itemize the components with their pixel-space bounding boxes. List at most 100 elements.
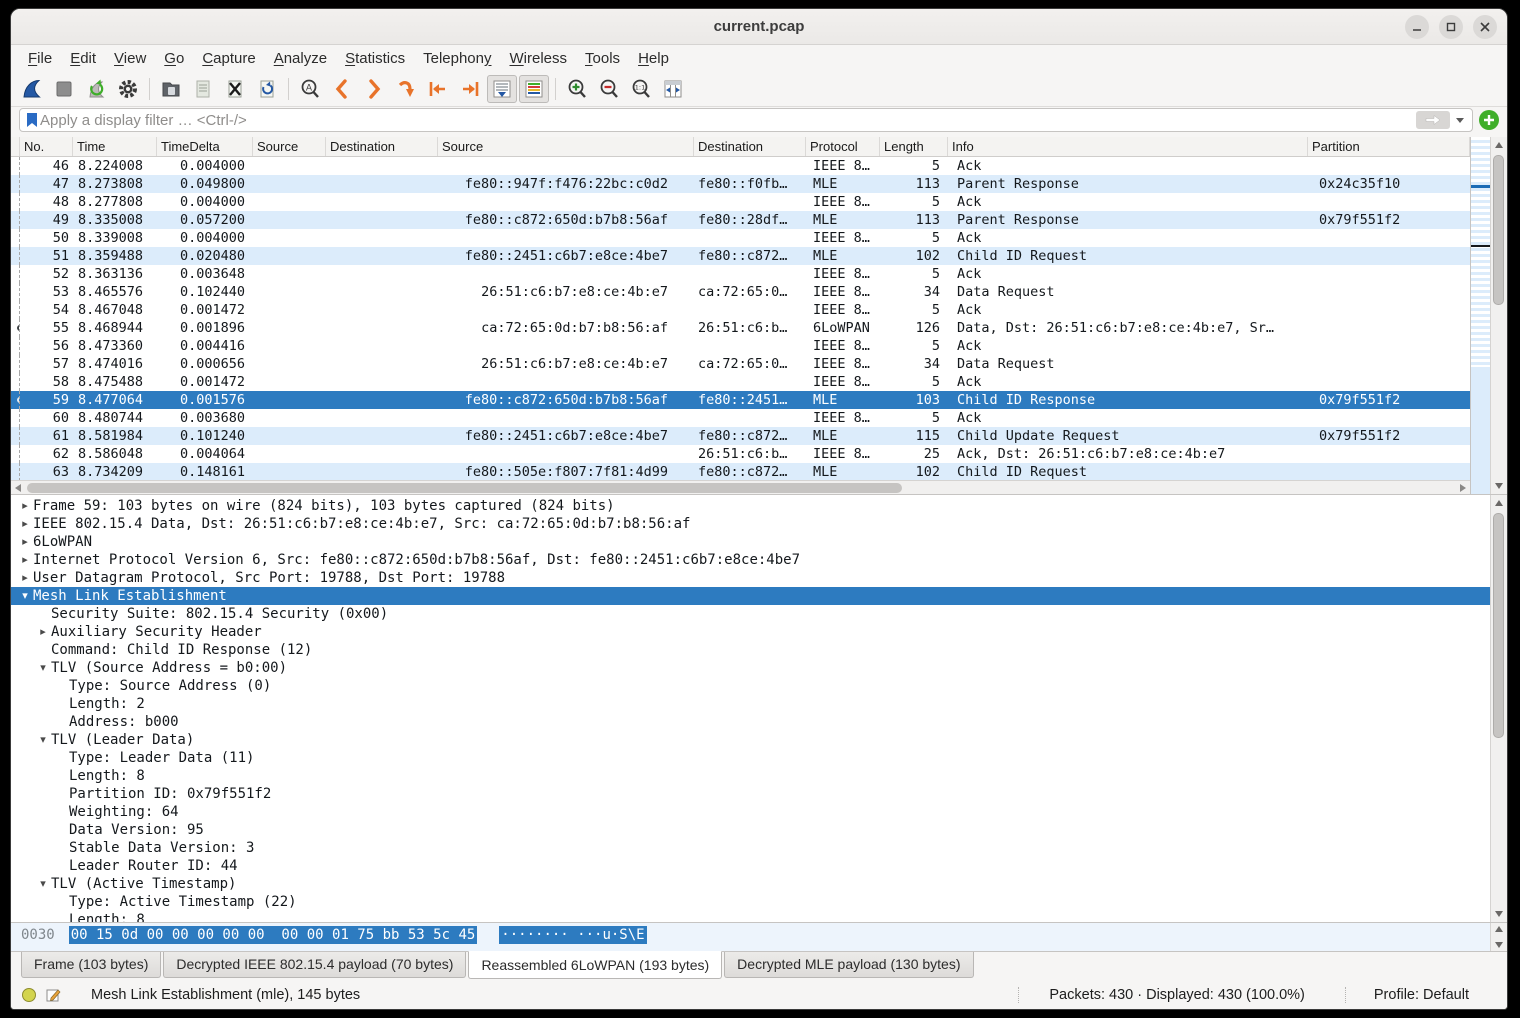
expander-icon[interactable]: ▸ — [17, 533, 33, 551]
save-file-button[interactable] — [188, 75, 218, 103]
menu-item[interactable]: Help — [629, 47, 678, 70]
hex-row[interactable]: 003000 15 0d 00 00 00 00 00 00 00 01 75 … — [11, 923, 1490, 951]
reload-file-button[interactable] — [252, 75, 282, 103]
expander-icon[interactable] — [53, 713, 69, 731]
column-header[interactable]: Partition — [1308, 137, 1470, 156]
byte-source-tab[interactable]: Decrypted MLE payload (130 bytes) — [724, 952, 973, 978]
capture-comment-icon[interactable] — [45, 987, 61, 1003]
column-header[interactable]: Destination — [694, 137, 806, 156]
colorize-button[interactable] — [519, 75, 549, 103]
packet-row[interactable]: 50 8.339008 0.004000 IEEE 8… 5 Ack — [11, 229, 1470, 247]
details-vscrollbar[interactable] — [1490, 495, 1507, 922]
close-button[interactable] — [1473, 15, 1497, 39]
detail-row[interactable]: Data Version: 95 — [11, 821, 1490, 839]
zoom-out-button[interactable] — [594, 75, 624, 103]
detail-row[interactable]: Weighting: 64 — [11, 803, 1490, 821]
menu-item[interactable]: View — [105, 47, 155, 70]
expander-icon[interactable]: ▾ — [35, 875, 51, 893]
expander-icon[interactable] — [53, 695, 69, 713]
menu-item[interactable]: File — [19, 47, 61, 70]
expander-icon[interactable] — [53, 839, 69, 857]
packet-list-hscrollbar[interactable] — [11, 480, 1470, 494]
packet-row[interactable]: 62 8.586048 0.004064 26:51:c6:b… IEEE 8…… — [11, 445, 1470, 463]
hex-bytes[interactable]: 00 15 0d 00 00 00 00 00 00 00 01 75 bb 5… — [69, 926, 478, 944]
open-file-button[interactable] — [156, 75, 186, 103]
display-filter-field[interactable] — [19, 108, 1473, 132]
expander-icon[interactable]: ▾ — [35, 659, 51, 677]
detail-row[interactable]: Leader Router ID: 44 — [11, 857, 1490, 875]
restart-capture-button[interactable] — [81, 75, 111, 103]
packet-row[interactable]: 55 8.468944 0.001896 ca:72:65:0d:b7:b8:5… — [11, 319, 1470, 337]
stop-capture-button[interactable] — [49, 75, 79, 103]
packet-row[interactable]: 63 8.734209 0.148161 fe80::505e:f807:7f8… — [11, 463, 1470, 480]
packet-row[interactable]: 51 8.359488 0.020480 fe80::2451:c6b7:e8c… — [11, 247, 1470, 265]
zoom-normal-button[interactable]: 1:1 — [626, 75, 656, 103]
column-header[interactable]: Info — [948, 137, 1308, 156]
column-header[interactable]: Length — [880, 137, 948, 156]
packet-row[interactable]: 58 8.475488 0.001472 IEEE 8… 5 Ack — [11, 373, 1470, 391]
expander-icon[interactable] — [53, 857, 69, 875]
detail-row[interactable]: ▾ Mesh Link Establishment — [11, 587, 1490, 605]
resize-columns-button[interactable] — [658, 75, 688, 103]
column-header[interactable]: Source — [438, 137, 694, 156]
menu-item[interactable]: Go — [155, 47, 193, 70]
status-profile[interactable]: Profile: Default — [1345, 987, 1499, 1003]
column-header[interactable]: TimeDelta — [157, 137, 253, 156]
expander-icon[interactable]: ▸ — [17, 497, 33, 515]
expander-icon[interactable] — [53, 911, 69, 922]
hex-ascii[interactable]: ········ ···u·S\E — [499, 926, 646, 944]
packet-row[interactable]: 53 8.465576 0.102440 26:51:c6:b7:e8:ce:4… — [11, 283, 1470, 301]
expert-info-icon[interactable] — [21, 987, 37, 1003]
go-back-button[interactable] — [327, 75, 357, 103]
scroll-up-arrow-icon[interactable] — [1495, 142, 1503, 148]
scroll-up-arrow-icon[interactable] — [1495, 500, 1503, 506]
packet-row[interactable]: 52 8.363136 0.003648 IEEE 8… 5 Ack — [11, 265, 1470, 283]
expander-icon[interactable] — [53, 803, 69, 821]
detail-row[interactable]: ▸ Internet Protocol Version 6, Src: fe80… — [11, 551, 1490, 569]
detail-row[interactable]: Security Suite: 802.15.4 Security (0x00) — [11, 605, 1490, 623]
packet-row[interactable]: 48 8.277808 0.004000 IEEE 8… 5 Ack — [11, 193, 1470, 211]
expander-icon[interactable]: ▸ — [35, 623, 51, 641]
auto-scroll-button[interactable] — [487, 75, 517, 103]
packet-row[interactable]: 47 8.273808 0.049800 fe80::947f:f476:22b… — [11, 175, 1470, 193]
capture-options-button[interactable] — [113, 75, 143, 103]
go-forward-button[interactable] — [359, 75, 389, 103]
zoom-in-button[interactable] — [562, 75, 592, 103]
close-file-button[interactable] — [220, 75, 250, 103]
packet-row[interactable]: 49 8.335008 0.057200 fe80::c872:650d:b7b… — [11, 211, 1470, 229]
menu-item[interactable]: Edit — [61, 47, 105, 70]
column-header[interactable]: Source — [253, 137, 326, 156]
detail-row[interactable]: Stable Data Version: 3 — [11, 839, 1490, 857]
packet-row[interactable]: 60 8.480744 0.003680 IEEE 8… 5 Ack — [11, 409, 1470, 427]
detail-row[interactable]: Command: Child ID Response (12) — [11, 641, 1490, 659]
menu-item[interactable]: Capture — [193, 47, 264, 70]
detail-row[interactable]: Length: 8 — [11, 911, 1490, 922]
expander-icon[interactable]: ▾ — [17, 587, 33, 605]
expander-icon[interactable]: ▾ — [35, 731, 51, 749]
menu-item[interactable]: Telephony — [414, 47, 500, 70]
packet-row[interactable]: 57 8.474016 0.000656 26:51:c6:b7:e8:ce:4… — [11, 355, 1470, 373]
column-header[interactable]: No. — [20, 137, 73, 156]
go-first-packet-button[interactable] — [423, 75, 453, 103]
column-header[interactable]: Time — [73, 137, 157, 156]
packet-row[interactable]: 61 8.581984 0.101240 fe80::2451:c6b7:e8c… — [11, 427, 1470, 445]
apply-filter-button[interactable] — [1416, 111, 1450, 129]
byte-source-tab[interactable]: Frame (103 bytes) — [21, 952, 161, 978]
detail-row[interactable]: Length: 8 — [11, 767, 1490, 785]
detail-row[interactable]: Type: Leader Data (11) — [11, 749, 1490, 767]
menu-item[interactable]: Analyze — [265, 47, 336, 70]
go-to-packet-button[interactable] — [391, 75, 421, 103]
expander-icon[interactable] — [53, 677, 69, 695]
go-last-packet-button[interactable] — [455, 75, 485, 103]
titlebar[interactable]: current.pcap — [11, 9, 1507, 45]
detail-row[interactable]: ▸ 6LoWPAN — [11, 533, 1490, 551]
display-filter-input[interactable] — [40, 112, 1416, 129]
detail-row[interactable]: ▾ TLV (Active Timestamp) — [11, 875, 1490, 893]
packet-list-vscrollbar[interactable] — [1490, 137, 1507, 494]
expander-icon[interactable] — [53, 749, 69, 767]
expander-icon[interactable]: ▸ — [17, 515, 33, 533]
maximize-button[interactable] — [1439, 15, 1463, 39]
detail-row[interactable]: Partition ID: 0x79f551f2 — [11, 785, 1490, 803]
scroll-right-arrow-icon[interactable] — [1460, 484, 1466, 492]
detail-row[interactable]: ▸ User Datagram Protocol, Src Port: 1978… — [11, 569, 1490, 587]
